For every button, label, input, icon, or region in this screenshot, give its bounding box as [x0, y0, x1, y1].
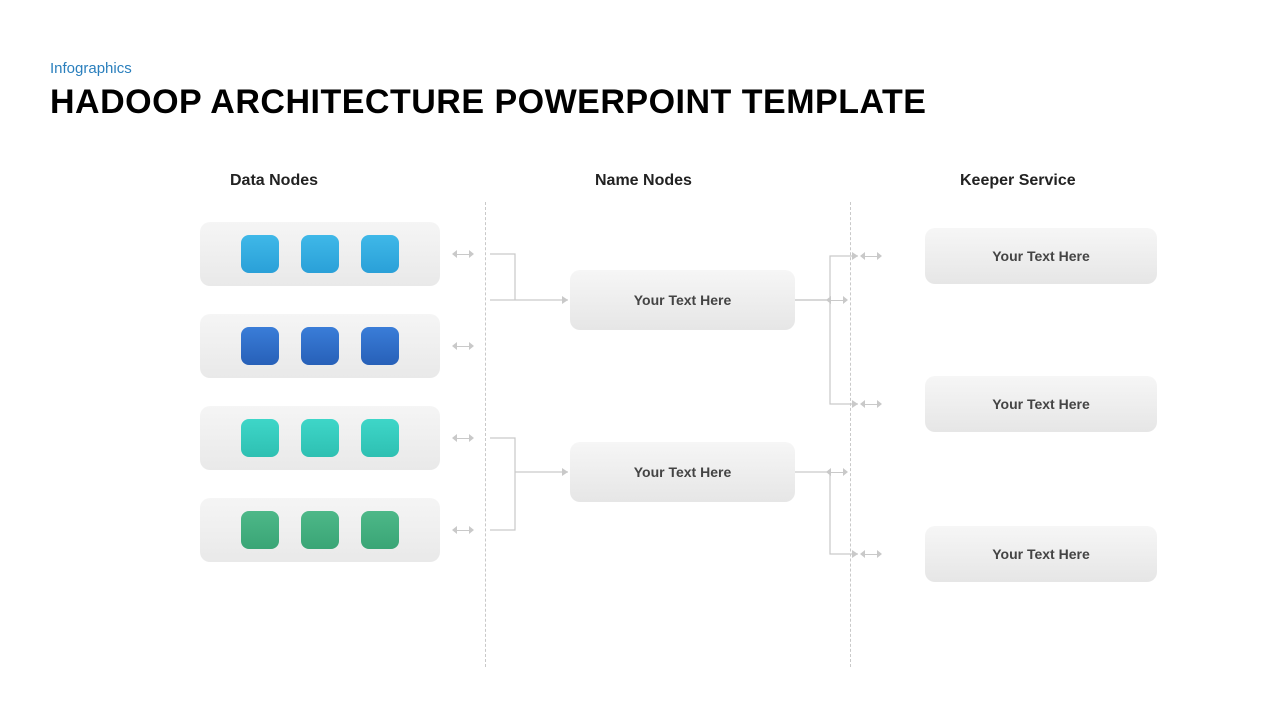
data-node-row-2 — [200, 314, 440, 378]
keeper-box-1: Your Text Here — [925, 228, 1157, 284]
arrow-icon — [860, 549, 882, 559]
divider-right — [850, 202, 851, 667]
connector-left-bottom — [485, 422, 575, 542]
node-square-icon — [301, 511, 339, 549]
arrow-icon — [826, 467, 848, 477]
node-square-icon — [301, 235, 339, 273]
diagram: Data Nodes Name Nodes Keeper Service You… — [90, 172, 1190, 682]
name-node-box-2: Your Text Here — [570, 442, 795, 502]
node-square-icon — [301, 327, 339, 365]
arrow-icon — [452, 249, 474, 259]
node-square-icon — [241, 235, 279, 273]
node-square-icon — [361, 327, 399, 365]
node-square-icon — [361, 419, 399, 457]
arrow-icon — [452, 341, 474, 351]
connector-right-1 — [795, 242, 865, 322]
arrow-icon — [860, 251, 882, 261]
node-square-icon — [241, 511, 279, 549]
arrow-icon — [860, 399, 882, 409]
col-title-data-nodes: Data Nodes — [230, 172, 318, 190]
keeper-box-3: Your Text Here — [925, 526, 1157, 582]
node-square-icon — [241, 327, 279, 365]
arrow-icon — [452, 525, 474, 535]
data-node-row-1 — [200, 222, 440, 286]
arrow-icon — [452, 433, 474, 443]
node-square-icon — [361, 235, 399, 273]
col-title-keeper-service: Keeper Service — [960, 172, 1076, 190]
divider-left — [485, 202, 486, 667]
col-title-name-nodes: Name Nodes — [595, 172, 692, 190]
node-square-icon — [241, 419, 279, 457]
header: Infographics HADOOP ARCHITECTURE POWERPO… — [0, 0, 1280, 122]
page-title: HADOOP ARCHITECTURE POWERPOINT TEMPLATE — [50, 83, 1230, 122]
keeper-box-2: Your Text Here — [925, 376, 1157, 432]
category-label: Infographics — [50, 60, 1230, 77]
node-square-icon — [361, 511, 399, 549]
connector-left-top — [485, 242, 575, 312]
arrow-icon — [826, 295, 848, 305]
data-node-row-3 — [200, 406, 440, 470]
connector-right-3 — [795, 462, 865, 562]
data-node-row-4 — [200, 498, 440, 562]
name-node-box-1: Your Text Here — [570, 270, 795, 330]
connector-right-2 — [795, 292, 865, 412]
node-square-icon — [301, 419, 339, 457]
